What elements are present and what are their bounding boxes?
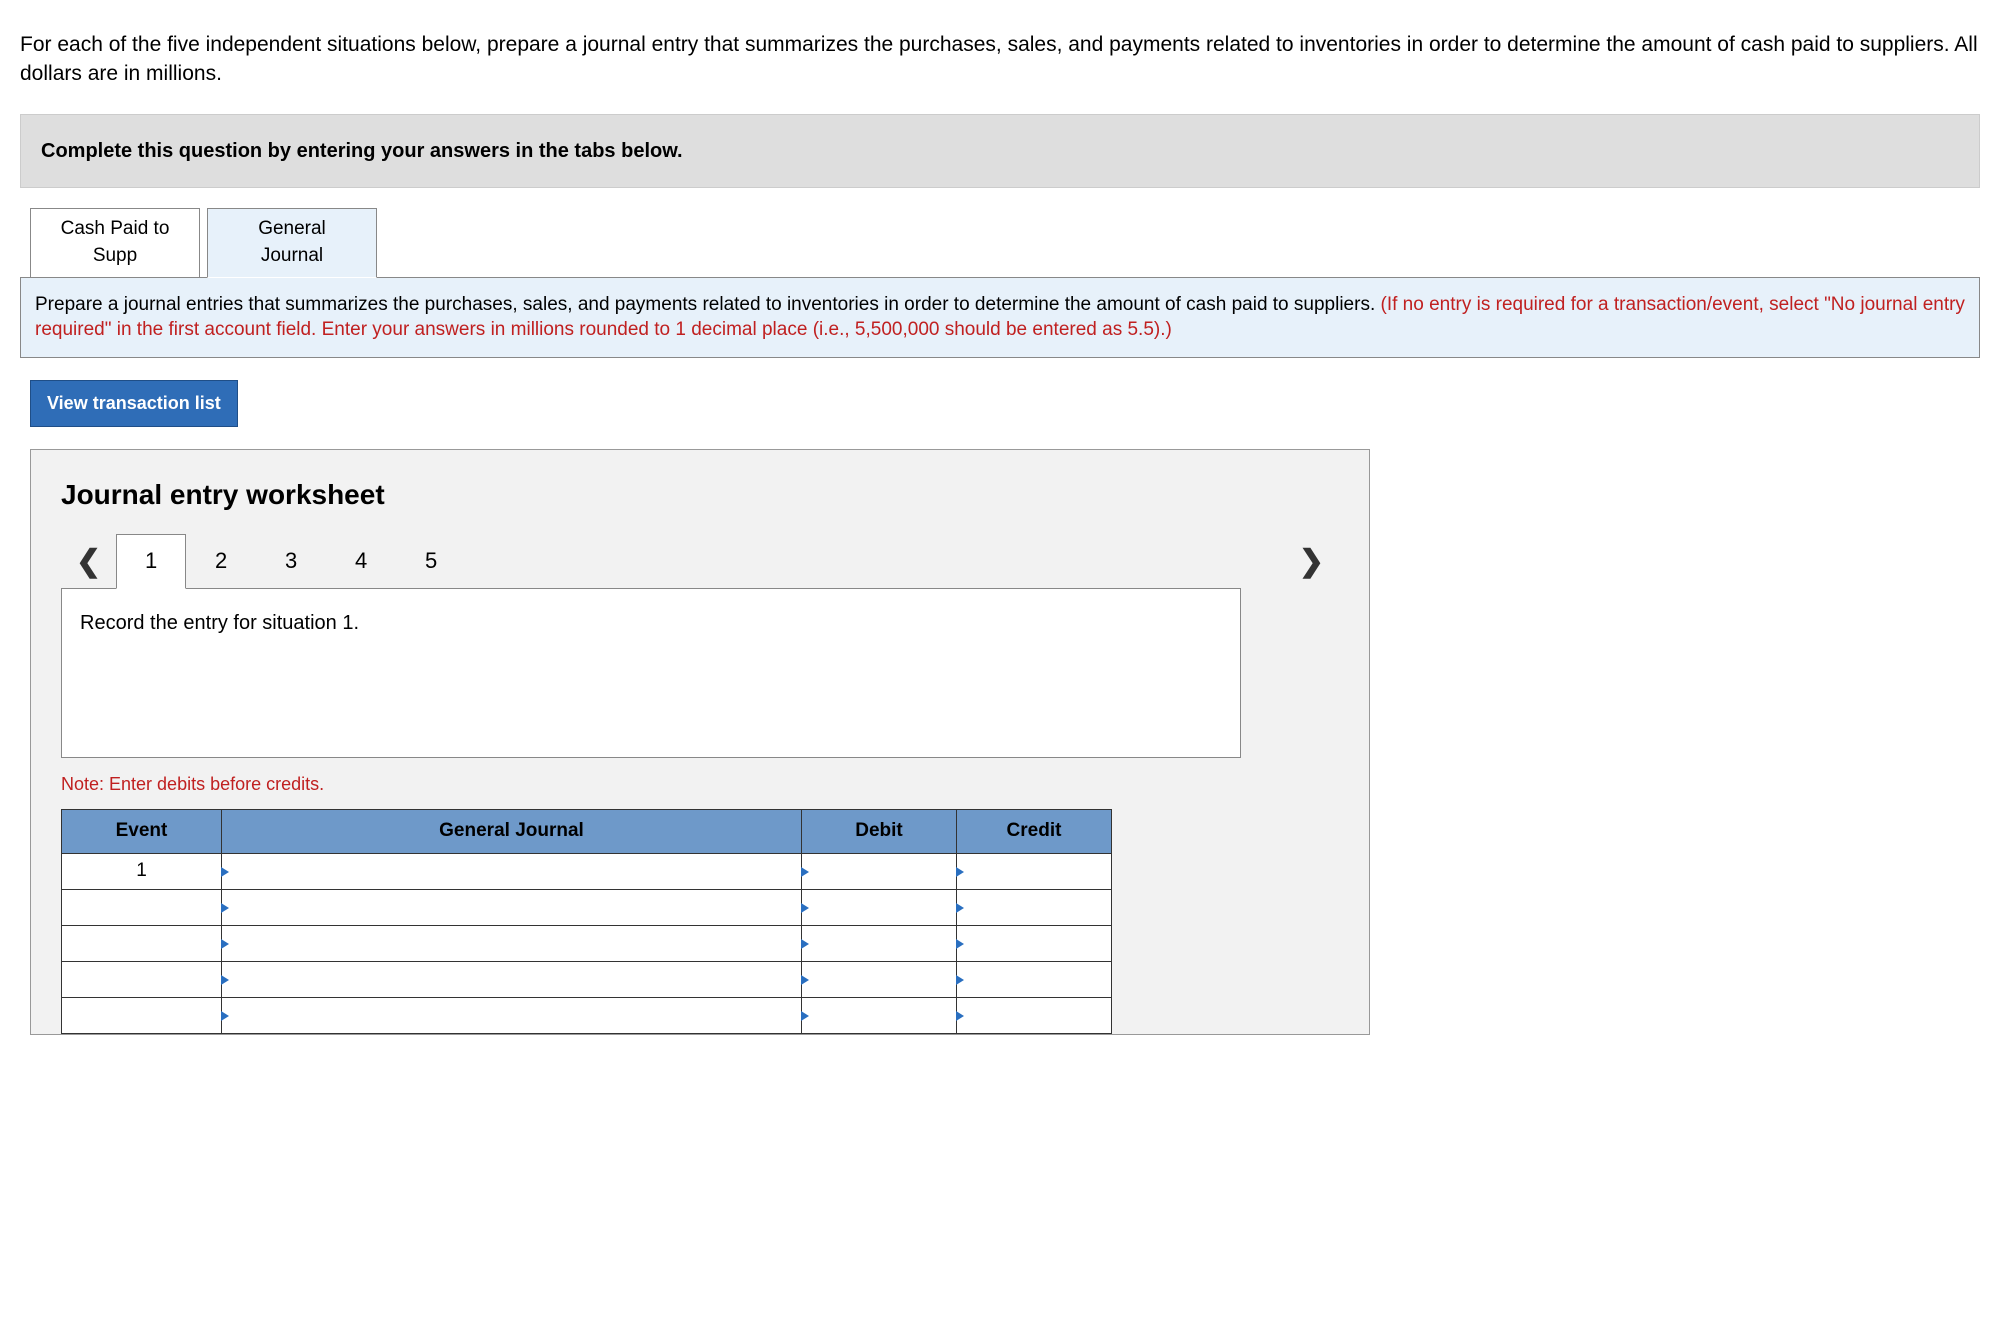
main-tabs: Cash Paid to Supp General Journal [30, 208, 1980, 278]
dropdown-marker-icon [221, 939, 229, 949]
cell-credit-input[interactable] [957, 962, 1112, 998]
worksheet-title: Journal entry worksheet [61, 475, 1339, 514]
dropdown-marker-icon [956, 867, 964, 877]
dropdown-marker-icon [221, 867, 229, 877]
cell-event [62, 998, 222, 1034]
tab-cash-paid-to-supp[interactable]: Cash Paid to Supp [30, 208, 200, 278]
journal-worksheet-panel: Journal entry worksheet ❮ 1 2 3 4 5 ❯ Re… [30, 449, 1370, 1035]
dropdown-marker-icon [801, 1011, 809, 1021]
dropdown-marker-icon [221, 903, 229, 913]
table-row [62, 926, 1112, 962]
cell-credit-input[interactable] [957, 854, 1112, 890]
dropdown-marker-icon [956, 939, 964, 949]
header-credit: Credit [957, 810, 1112, 854]
cell-account-select[interactable] [222, 854, 802, 890]
cell-account-select[interactable] [222, 998, 802, 1034]
view-transaction-list-button[interactable]: View transaction list [30, 380, 238, 427]
chevron-left-icon[interactable]: ❮ [61, 541, 116, 583]
table-row [62, 962, 1112, 998]
instruction-text: Prepare a journal entries that summarize… [35, 294, 1381, 315]
instruction-bar: Complete this question by entering your … [20, 114, 1980, 188]
entry-tab-5[interactable]: 5 [396, 534, 466, 589]
dropdown-marker-icon [801, 903, 809, 913]
cell-event [62, 962, 222, 998]
cell-event: 1 [62, 854, 222, 890]
cell-debit-input[interactable] [802, 890, 957, 926]
tab-general-journal[interactable]: General Journal [207, 208, 377, 278]
cell-debit-input[interactable] [802, 962, 957, 998]
dropdown-marker-icon [801, 975, 809, 985]
entry-nav: ❮ 1 2 3 4 5 ❯ [61, 534, 1339, 589]
record-prompt-text: Record the entry for situation 1. [80, 612, 359, 634]
tab-label-line1: General [208, 216, 376, 243]
cell-event [62, 890, 222, 926]
table-row [62, 998, 1112, 1034]
cell-debit-input[interactable] [802, 926, 957, 962]
entry-tab-4[interactable]: 4 [326, 534, 396, 589]
dropdown-marker-icon [801, 867, 809, 877]
dropdown-marker-icon [801, 939, 809, 949]
dropdown-marker-icon [956, 1011, 964, 1021]
tab-label-line2: Journal [208, 243, 376, 270]
cell-debit-input[interactable] [802, 998, 957, 1034]
cell-account-select[interactable] [222, 962, 802, 998]
tab-label-line1: Cash Paid to [31, 216, 199, 243]
entry-tab-2[interactable]: 2 [186, 534, 256, 589]
debits-before-credits-note: Note: Enter debits before credits. [61, 772, 1339, 797]
tab-label-line2: Supp [31, 243, 199, 270]
chevron-right-icon[interactable]: ❯ [1284, 541, 1339, 583]
cell-credit-input[interactable] [957, 926, 1112, 962]
dropdown-marker-icon [956, 903, 964, 913]
table-row: 1 [62, 854, 1112, 890]
cell-credit-input[interactable] [957, 890, 1112, 926]
cell-account-select[interactable] [222, 926, 802, 962]
cell-credit-input[interactable] [957, 998, 1112, 1034]
dropdown-marker-icon [221, 975, 229, 985]
question-text: For each of the five independent situati… [20, 30, 1980, 89]
table-row [62, 890, 1112, 926]
header-general-journal: General Journal [222, 810, 802, 854]
cell-event [62, 926, 222, 962]
entry-tab-3[interactable]: 3 [256, 534, 326, 589]
tab-instruction-panel: Prepare a journal entries that summarize… [20, 277, 1980, 358]
journal-entry-table: Event General Journal Debit Credit 1 [61, 809, 1112, 1034]
cell-account-select[interactable] [222, 890, 802, 926]
record-prompt-box: Record the entry for situation 1. [61, 588, 1241, 758]
header-event: Event [62, 810, 222, 854]
dropdown-marker-icon [221, 1011, 229, 1021]
entry-nav-left: ❮ 1 2 3 4 5 [61, 534, 466, 589]
header-debit: Debit [802, 810, 957, 854]
dropdown-marker-icon [956, 975, 964, 985]
cell-debit-input[interactable] [802, 854, 957, 890]
entry-tab-1[interactable]: 1 [116, 534, 186, 589]
table-header-row: Event General Journal Debit Credit [62, 810, 1112, 854]
